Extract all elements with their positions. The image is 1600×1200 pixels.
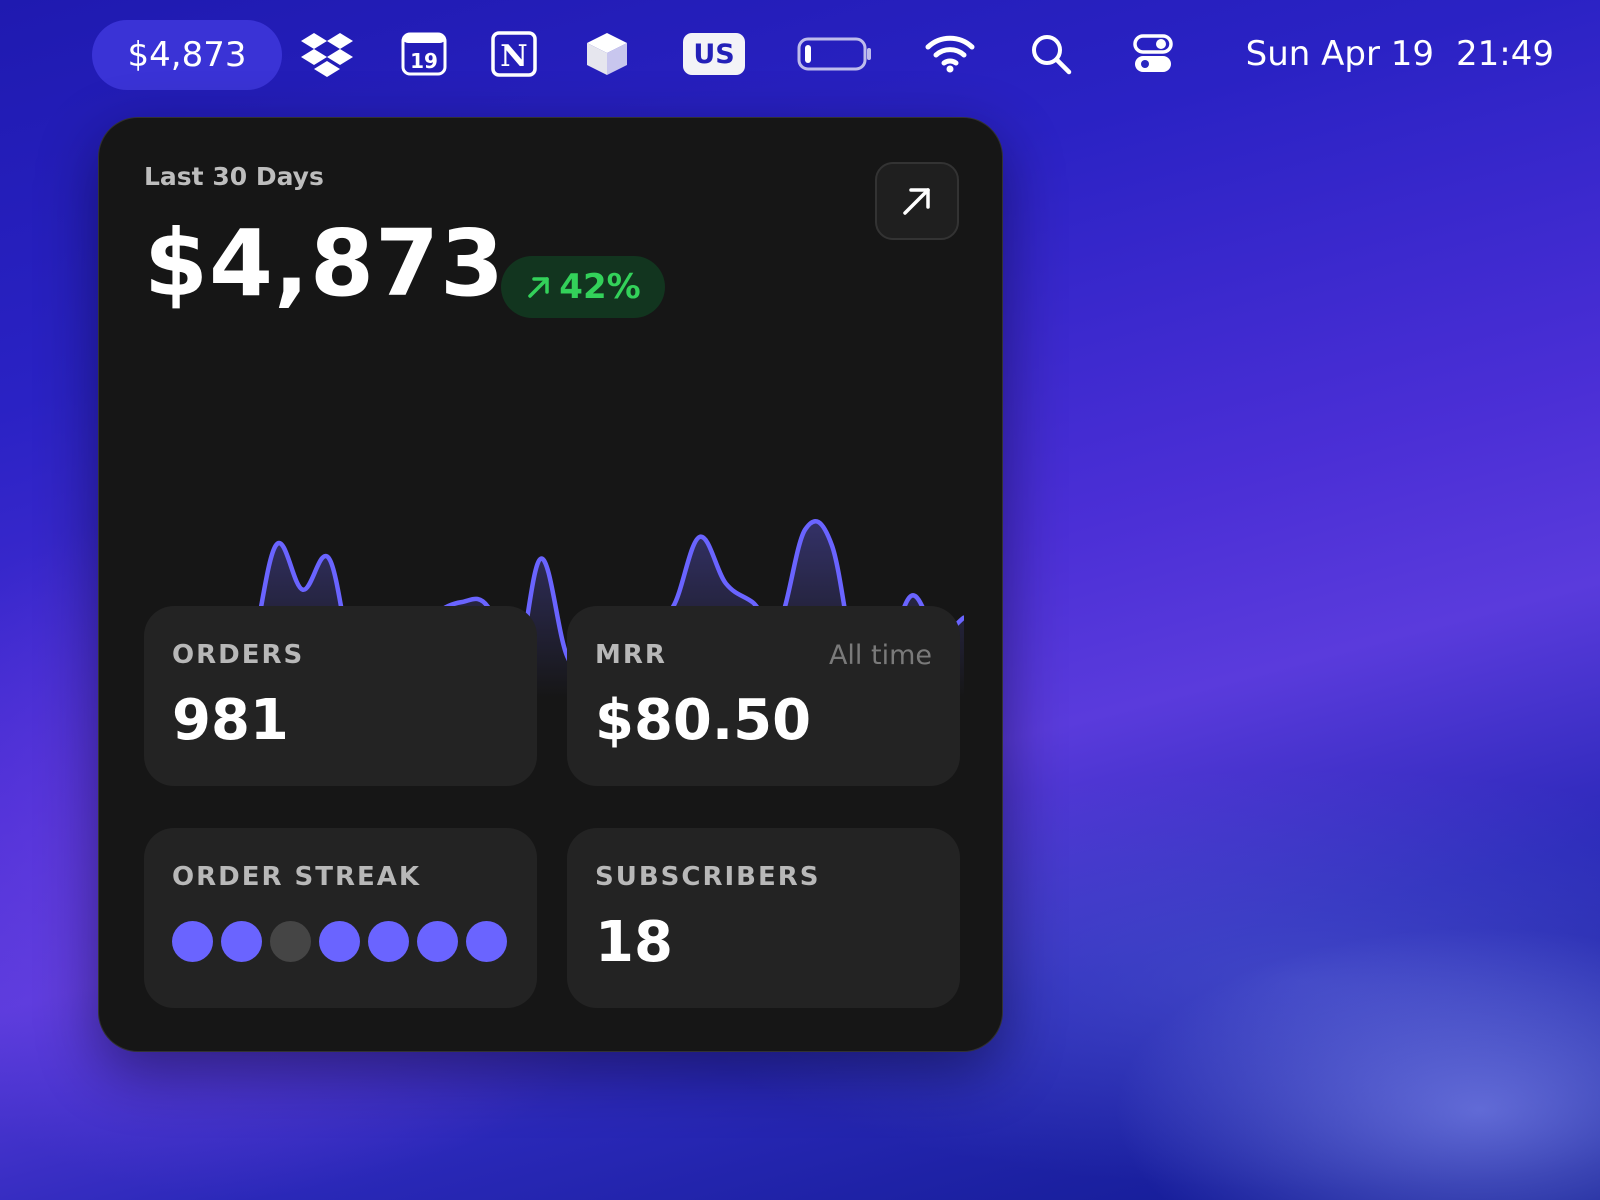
- subscribers-label: SUBSCRIBERS: [595, 862, 821, 892]
- external-link-icon: [903, 188, 930, 215]
- subscribers-card[interactable]: SUBSCRIBERS 18: [567, 828, 960, 1008]
- notion-icon[interactable]: N: [489, 0, 539, 108]
- change-badge: 42%: [501, 256, 665, 318]
- change-percent: 42%: [559, 267, 641, 307]
- svg-text:N: N: [500, 39, 527, 74]
- revenue-menu-item[interactable]: $4,873: [92, 20, 282, 90]
- battery-icon[interactable]: [797, 0, 873, 108]
- input-source-label: US: [683, 33, 745, 75]
- mrr-card[interactable]: MRR All time $80.50: [567, 606, 960, 786]
- control-center-icon[interactable]: [1131, 0, 1175, 108]
- calendar-icon[interactable]: 19: [399, 0, 449, 108]
- revenue-widget: Last 30 Days $4,873 42% ORDERS 981 MRR A…: [98, 117, 1003, 1052]
- menu-bar: $4,873 19 N US Sun Apr 19 21:49: [0, 0, 1600, 108]
- streak-dot-inactive: [270, 921, 311, 962]
- streak-dot-active: [466, 921, 507, 962]
- wifi-icon[interactable]: [924, 0, 976, 108]
- input-source-icon[interactable]: US: [683, 0, 745, 108]
- orders-label: ORDERS: [172, 640, 305, 670]
- search-icon[interactable]: [1028, 0, 1074, 108]
- arrow-up-right-icon: [528, 277, 550, 298]
- order-streak-label: ORDER STREAK: [172, 862, 422, 892]
- order-streak-dots: [172, 921, 507, 962]
- order-streak-card[interactable]: ORDER STREAK: [144, 828, 537, 1008]
- subscribers-value: 18: [595, 910, 673, 975]
- streak-dot-active: [172, 921, 213, 962]
- mrr-value: $80.50: [595, 688, 812, 753]
- clock-time: 21:49: [1456, 34, 1554, 74]
- dropbox-icon[interactable]: [297, 0, 357, 108]
- clock-date: Sun Apr 19: [1245, 34, 1435, 74]
- menu-bar-clock[interactable]: Sun Apr 19 21:49: [1246, 0, 1554, 108]
- revenue-menu-label: $4,873: [127, 35, 247, 75]
- orders-value: 981: [172, 688, 289, 753]
- revenue-value: $4,873: [144, 210, 506, 317]
- streak-dot-active: [319, 921, 360, 962]
- streak-dot-active: [368, 921, 409, 962]
- calendar-day-text: 19: [410, 49, 438, 73]
- orders-card[interactable]: ORDERS 981: [144, 606, 537, 786]
- streak-dot-active: [417, 921, 458, 962]
- streak-dot-active: [221, 921, 262, 962]
- cube-icon[interactable]: [582, 0, 632, 108]
- mrr-label: MRR: [595, 640, 667, 670]
- period-label: Last 30 Days: [144, 162, 324, 191]
- mrr-period: All time: [828, 640, 932, 671]
- open-dashboard-button[interactable]: [875, 162, 959, 240]
